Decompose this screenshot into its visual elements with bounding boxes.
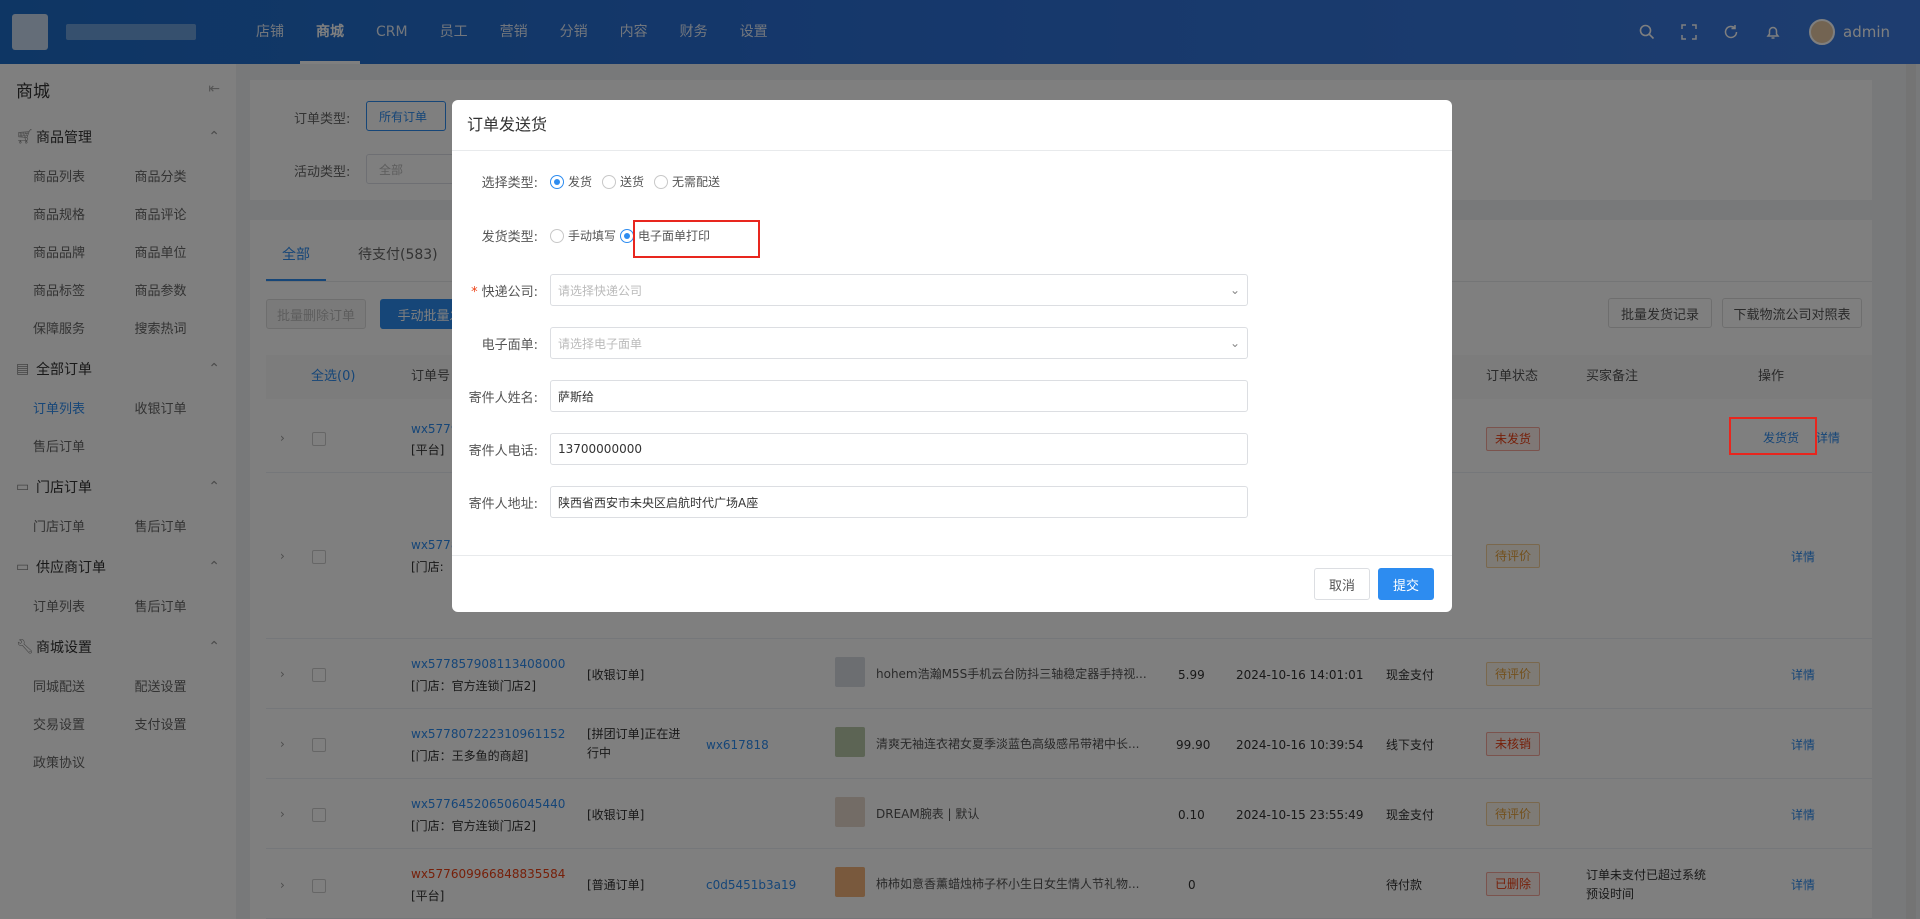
radio-no-delivery[interactable]: 无需配送 (654, 173, 720, 190)
radio-ship[interactable]: 发货 (550, 173, 592, 190)
e-waybill-highlight (633, 220, 760, 258)
ship-type-label: 发货类型: (481, 230, 538, 245)
required-asterisk: * (471, 284, 478, 300)
radio-unchecked-icon (550, 228, 564, 243)
express-company-label: 快递公司: (481, 284, 538, 300)
sender-phone-input[interactable]: 13700000000 (550, 433, 1248, 465)
select-type-label: 选择类型: (481, 176, 538, 191)
radio-deliver[interactable]: 送货 (602, 173, 644, 190)
sender-name-input[interactable]: 萨斯给 (550, 380, 1248, 412)
sender-phone-label: 寄件人电话: (468, 443, 538, 459)
sender-address-label: 寄件人地址: (468, 496, 538, 512)
radio-unchecked-icon (602, 174, 617, 189)
dialog-footer: 取消 提交 (452, 555, 1452, 612)
cancel-button[interactable]: 取消 (1314, 568, 1370, 600)
radio-checked-icon (550, 174, 564, 189)
e-waybill-label: 电子面单: (481, 337, 538, 353)
submit-button[interactable]: 提交 (1378, 568, 1434, 600)
e-waybill-select[interactable]: 请选择电子面单 ⌄ (550, 327, 1248, 359)
express-company-select[interactable]: 请选择快递公司 ⌄ (550, 274, 1248, 306)
ship-button-highlight (1729, 417, 1817, 455)
chevron-down-icon: ⌄ (1229, 336, 1240, 350)
dialog-title: 订单发送货 (452, 100, 1452, 151)
ship-order-dialog: 订单发送货 选择类型: 发货 送货 无需配送 发货类型: 手动填写 电子面单打印… (452, 100, 1452, 612)
radio-manual-fill[interactable]: 手动填写 (550, 227, 616, 244)
sender-address-input[interactable]: 陕西省西安市未央区启航时代广场A座 (550, 486, 1248, 518)
radio-unchecked-icon (654, 174, 669, 189)
sender-name-label: 寄件人姓名: (468, 390, 538, 406)
radio-checked-icon (620, 228, 635, 243)
chevron-down-icon: ⌄ (1229, 283, 1240, 297)
